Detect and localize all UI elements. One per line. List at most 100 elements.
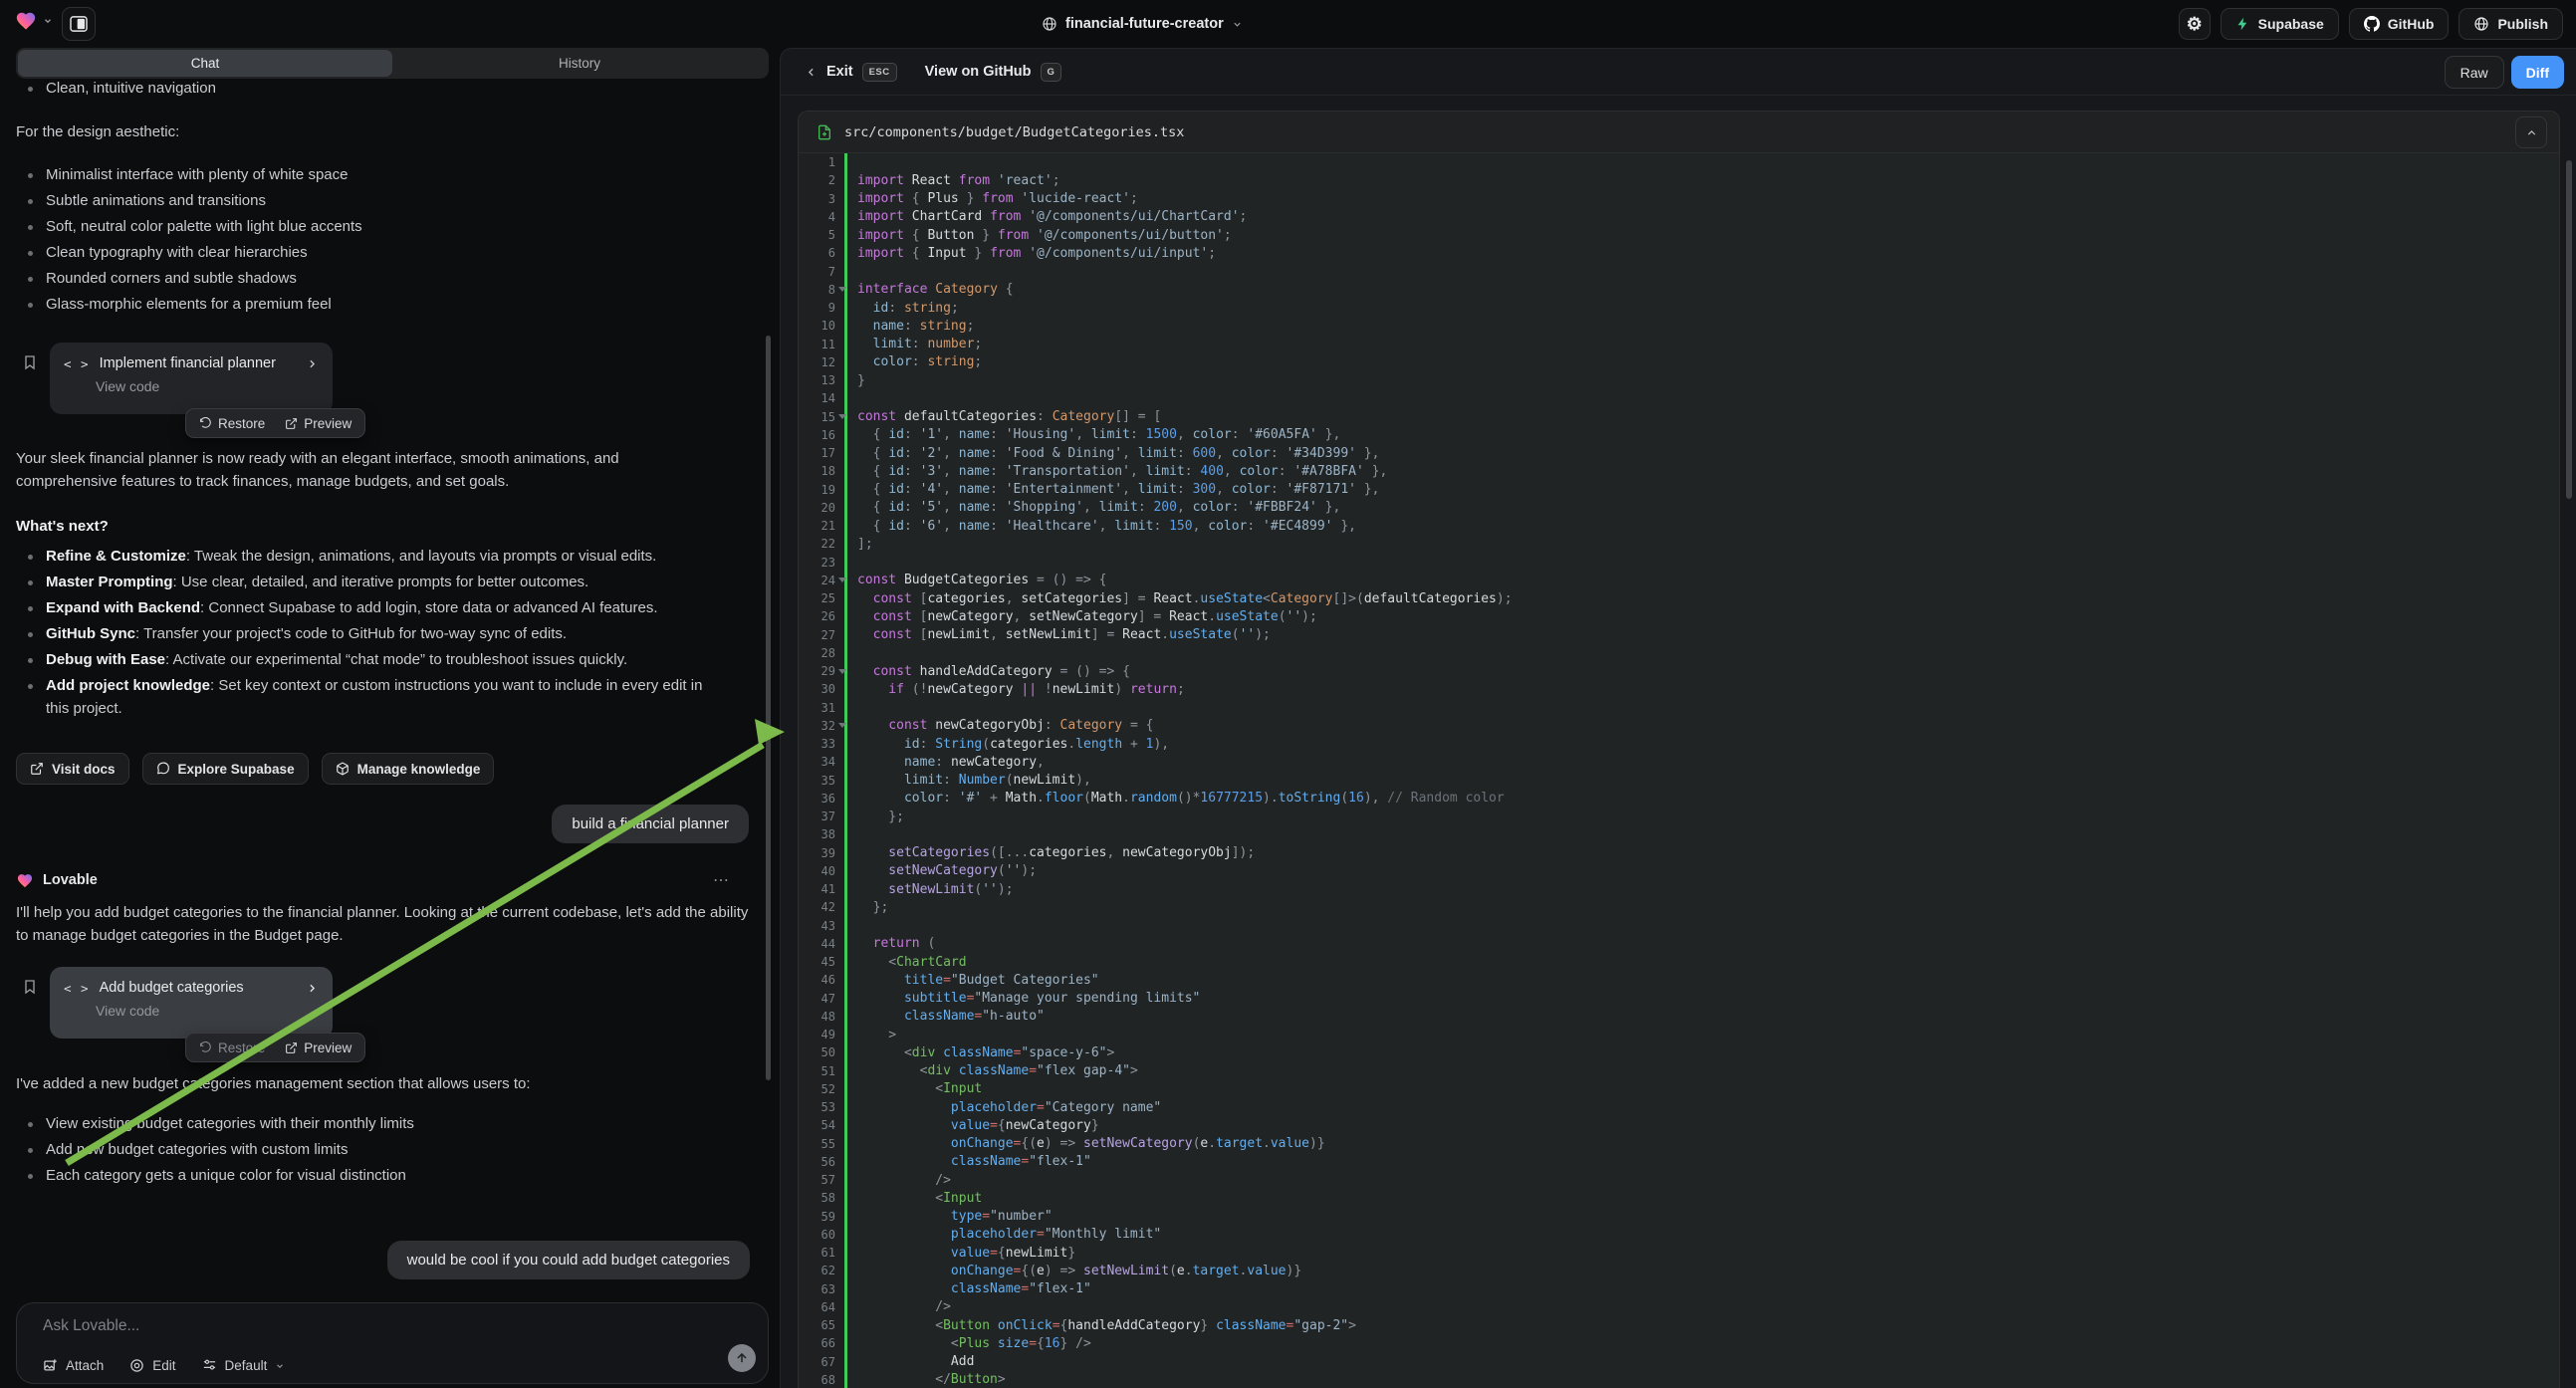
- preview-button[interactable]: Preview: [276, 412, 360, 435]
- line-number: 2: [799, 171, 844, 189]
- code-scrollbar[interactable]: [2566, 160, 2572, 499]
- line-number: 25: [799, 589, 844, 607]
- code-line: 57 />: [799, 1171, 2559, 1189]
- code-line: 67 Add: [799, 1353, 2559, 1371]
- message-menu-button[interactable]: ⋯: [713, 870, 731, 890]
- code-line: 29 const handleAddCategory = () => {: [799, 662, 2559, 680]
- raw-toggle-button[interactable]: Raw: [2445, 56, 2504, 89]
- view-code-link[interactable]: View code: [96, 378, 319, 394]
- line-number: 68: [799, 1371, 844, 1388]
- chevron-down-icon: [1232, 19, 1243, 30]
- code-line: 21 { id: '6', name: 'Healthcare', limit:…: [799, 517, 2559, 535]
- g-keycap: G: [1041, 63, 1062, 82]
- design-bullet-list: Minimalist interface with plenty of whit…: [16, 164, 723, 320]
- gear-icon: ⚙: [2187, 15, 2203, 33]
- code-line: 62 onChange={(e) => setNewLimit(e.target…: [799, 1262, 2559, 1279]
- assistant-paragraph: Your sleek financial planner is now read…: [16, 448, 713, 493]
- line-number: 27: [799, 626, 844, 644]
- line-number: 5: [799, 226, 844, 244]
- code-line: 55 onChange={(e) => setNewCategory(e.tar…: [799, 1135, 2559, 1153]
- list-item: Refine & Customize: Tweak the design, an…: [16, 546, 713, 569]
- supabase-button[interactable]: Supabase: [2221, 8, 2339, 40]
- code-line: 59 type="number": [799, 1208, 2559, 1226]
- code-line: 24const BudgetCategories = () => {: [799, 572, 2559, 589]
- version-card-toolbar: Restore Preview: [185, 408, 365, 438]
- list-item: Add project knowledge: Set key context o…: [16, 675, 713, 720]
- package-icon: [336, 762, 350, 776]
- visit-docs-button[interactable]: Visit docs: [16, 753, 129, 785]
- code-line: 26 const [newCategory, setNewCategory] =…: [799, 607, 2559, 625]
- line-number: 46: [799, 971, 844, 989]
- preview-button[interactable]: Preview: [276, 1037, 360, 1059]
- exit-button[interactable]: Exit ESC: [805, 63, 897, 82]
- publish-button[interactable]: Publish: [2459, 8, 2563, 40]
- line-number: 30: [799, 680, 844, 698]
- tab-chat[interactable]: Chat: [18, 50, 392, 77]
- collapse-file-button[interactable]: [2515, 116, 2547, 148]
- line-number: 36: [799, 790, 844, 808]
- diff-toggle-button[interactable]: Diff: [2511, 56, 2564, 89]
- code-line: 10 name: string;: [799, 317, 2559, 335]
- chevron-up-icon: [2525, 126, 2538, 139]
- code-line: 5import { Button } from '@/components/ui…: [799, 226, 2559, 244]
- list-item: Subtle animations and transitions: [16, 190, 723, 213]
- design-aesthetic-heading: For the design aesthetic:: [16, 121, 723, 144]
- attach-button[interactable]: Attach: [43, 1358, 104, 1373]
- list-item: Minimalist interface with plenty of whit…: [16, 164, 723, 187]
- tab-history[interactable]: History: [392, 50, 767, 77]
- line-number: 17: [799, 444, 844, 462]
- code-line: 40 setNewCategory('');: [799, 862, 2559, 880]
- code-line: 68 </Button>: [799, 1371, 2559, 1388]
- line-number: 43: [799, 917, 844, 935]
- version-card-add-budget-categories[interactable]: < > Add budget categories View code: [50, 967, 333, 1039]
- file-header[interactable]: src/components/budget/BudgetCategories.t…: [799, 112, 2559, 153]
- code-line: 44 return (: [799, 935, 2559, 953]
- assistant-paragraph: I've added a new budget categories manag…: [16, 1073, 753, 1096]
- code-line: 28: [799, 644, 2559, 662]
- view-on-github-button[interactable]: View on GitHub G: [925, 63, 1062, 82]
- code-line: 14: [799, 389, 2559, 407]
- fold-toggle-icon[interactable]: [838, 723, 846, 728]
- chat-scrollbar[interactable]: [766, 336, 771, 1080]
- whats-next-list: Refine & Customize: Tweak the design, an…: [16, 546, 713, 724]
- project-switcher[interactable]: financial-future-creator: [1042, 0, 1243, 48]
- restore-button[interactable]: Restore: [190, 1037, 274, 1059]
- code-line: 47 subtitle="Manage your spending limits…: [799, 990, 2559, 1008]
- code-line: 6import { Input } from '@/components/ui/…: [799, 244, 2559, 262]
- manage-knowledge-button[interactable]: Manage knowledge: [322, 753, 495, 785]
- restore-button[interactable]: Restore: [190, 412, 274, 435]
- chat-composer[interactable]: Ask Lovable... Attach Edit Default: [16, 1302, 769, 1384]
- code-line: 41 setNewLimit('');: [799, 880, 2559, 898]
- code-line: 33 id: String(categories.length + 1),: [799, 735, 2559, 753]
- file-card: src/components/budget/BudgetCategories.t…: [798, 111, 2560, 1388]
- fold-toggle-icon[interactable]: [838, 669, 846, 674]
- code-line: 58 <Input: [799, 1189, 2559, 1207]
- line-number: 48: [799, 1008, 844, 1026]
- version-card-implement-financial-planner[interactable]: < > Implement financial planner View cod…: [50, 343, 333, 414]
- model-selector[interactable]: Default: [202, 1358, 286, 1373]
- explore-supabase-button[interactable]: Explore Supabase: [142, 753, 309, 785]
- list-item: View existing budget categories with the…: [16, 1113, 723, 1136]
- code-line: 25 const [categories, setCategories] = R…: [799, 589, 2559, 607]
- fold-toggle-icon[interactable]: [838, 414, 846, 419]
- line-number: 62: [799, 1262, 844, 1279]
- bookmark-icon[interactable]: [22, 977, 38, 997]
- code-line: 54 value={newCategory}: [799, 1116, 2559, 1134]
- github-button[interactable]: GitHub: [2349, 8, 2450, 40]
- edit-mode-button[interactable]: Edit: [129, 1358, 175, 1373]
- code-line: 22];: [799, 535, 2559, 553]
- line-number: 19: [799, 481, 844, 499]
- chevron-right-icon: [306, 982, 319, 995]
- bookmark-icon[interactable]: [22, 352, 38, 372]
- code-line: 51 <div className="flex gap-4">: [799, 1062, 2559, 1080]
- code-line: 31: [799, 699, 2559, 717]
- fold-toggle-icon[interactable]: [838, 287, 846, 292]
- code-line: 27 const [newLimit, setNewLimit] = React…: [799, 626, 2559, 644]
- fold-toggle-icon[interactable]: [838, 578, 846, 582]
- line-number: 50: [799, 1043, 844, 1061]
- line-number: 58: [799, 1189, 844, 1207]
- view-code-link[interactable]: View code: [96, 1003, 319, 1019]
- settings-button[interactable]: ⚙: [2179, 8, 2211, 40]
- send-button[interactable]: [728, 1344, 756, 1372]
- line-number: 24: [799, 572, 844, 589]
